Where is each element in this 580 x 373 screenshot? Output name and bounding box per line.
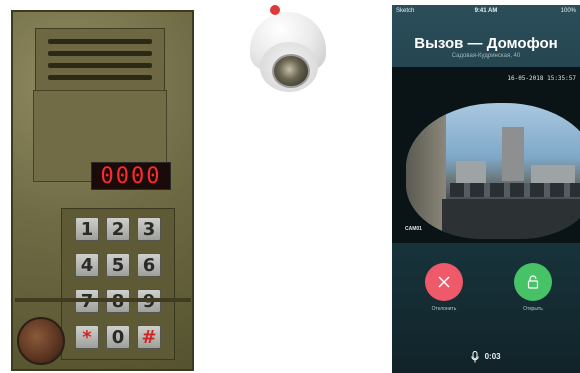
call-timer: 0:03	[392, 351, 580, 363]
battery-label: 100%	[560, 8, 576, 14]
camera-label: CAM01	[405, 226, 422, 232]
call-address: Садовая-Кудринская, 40	[451, 53, 521, 59]
open-label: Открыть	[523, 306, 543, 312]
key-6[interactable]: 6	[137, 253, 161, 277]
video-timestamp: 16-05-2018 15:35:57	[507, 75, 576, 82]
key-2[interactable]: 2	[106, 217, 130, 241]
call-title: Вызов — Домофон	[414, 35, 558, 52]
key-3[interactable]: 3	[137, 217, 161, 241]
panel-ledge	[15, 298, 191, 302]
microphone-icon	[471, 351, 480, 363]
video-feed[interactable]: 16-05-2018 15:35:57 CAM01	[392, 67, 580, 243]
key-5[interactable]: 5	[106, 253, 130, 277]
speaker-grille	[35, 28, 165, 94]
status-time: 9:41 AM	[474, 8, 498, 14]
display-code: 0000	[100, 163, 162, 189]
phone-screen: Sketch 9:41 AM 100% Вызов — Домофон Садо…	[392, 5, 580, 373]
rfid-reader[interactable]	[17, 317, 65, 365]
parked-cars	[450, 183, 580, 197]
code-display: 0000	[91, 162, 171, 190]
camera-logo	[270, 5, 280, 15]
close-icon	[438, 276, 450, 288]
lock-icon	[527, 275, 539, 289]
open-door-button[interactable]	[514, 263, 552, 301]
key-0[interactable]: 0	[106, 325, 130, 349]
keypad: 1 2 3 4 5 6 7 8 9 * 0 #	[61, 208, 175, 360]
camera-lens	[272, 54, 310, 88]
decline-label: Отклонить	[431, 306, 457, 312]
key-hash[interactable]: #	[137, 325, 161, 349]
intercom-panel: 0000 1 2 3 4 5 6 7 8 9 * 0 #	[11, 10, 194, 371]
fisheye-view	[406, 103, 580, 239]
building-tower	[502, 127, 524, 181]
key-star[interactable]: *	[75, 325, 99, 349]
status-bar: Sketch 9:41 AM 100%	[392, 8, 580, 18]
decline-button[interactable]	[425, 263, 463, 301]
key-4[interactable]: 4	[75, 253, 99, 277]
call-duration: 0:03	[484, 352, 501, 362]
key-1[interactable]: 1	[75, 217, 99, 241]
